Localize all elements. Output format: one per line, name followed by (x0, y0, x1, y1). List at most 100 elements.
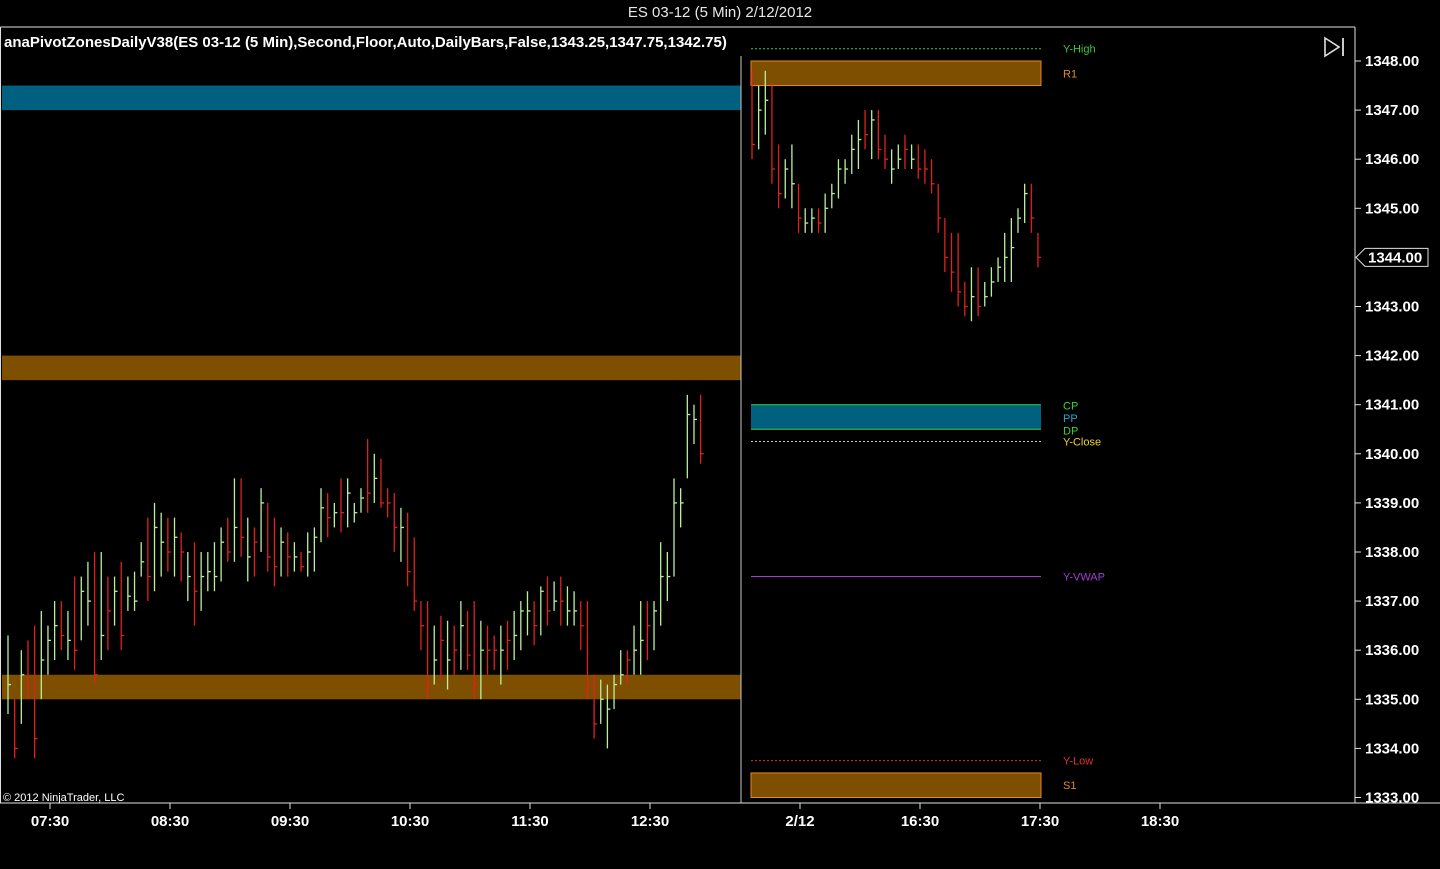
prior-bar (107, 576, 111, 651)
prior-bar (373, 453, 378, 503)
x-tick-label: 11:30 (511, 813, 549, 830)
copyright-text: © 2012 NinjaTrader, LLC (3, 792, 124, 804)
prior-bar (406, 512, 411, 587)
prior-bar (227, 517, 231, 562)
prior-bar (520, 601, 524, 651)
prior-bar (133, 571, 138, 611)
prior-bar (366, 439, 371, 513)
session-bar (970, 267, 975, 322)
y-tick-label: 1339.00 (1365, 495, 1419, 512)
prior-bar (173, 517, 178, 577)
y-tick-label: 1338.00 (1365, 544, 1419, 561)
prior-bar (127, 576, 131, 611)
prior-bar (693, 404, 697, 444)
s1-zone (750, 772, 1042, 799)
prior-bar (680, 488, 684, 528)
prior-bar (386, 488, 391, 518)
prior-bar (100, 552, 105, 661)
y-tick-label: 1341.00 (1365, 397, 1419, 414)
prior-bar (140, 542, 145, 577)
pp-label: PP (1063, 413, 1078, 425)
prior-zone-0 (2, 85, 741, 111)
last-price-marker: 1344.00 (1355, 247, 1429, 267)
session-bar (977, 267, 982, 317)
scroll-to-end-icon[interactable] (1322, 35, 1348, 59)
session-bar (844, 159, 849, 184)
prior-bar (666, 552, 671, 602)
y-vwap-label: Y-VWAP (1063, 572, 1105, 584)
prior-bar (380, 458, 384, 508)
price-chart[interactable]: Y-High R1 CPPPDPY-Close Y-VWAP Y-Low S1 anaPi… (0, 0, 1440, 869)
session-bar (851, 134, 855, 174)
session-bar (891, 149, 895, 184)
prior-bar (180, 532, 185, 582)
prior-bar (300, 552, 305, 572)
prior-bar (147, 517, 151, 602)
prior-bar (413, 537, 418, 611)
prior-bar (220, 527, 225, 582)
x-tick-label: 10:30 (391, 813, 429, 830)
session-bar (910, 144, 915, 170)
r1-zone (750, 60, 1042, 87)
session-bar (784, 159, 789, 199)
prior-bar (400, 507, 404, 562)
y-axis: 1348.00 1347.00 1346.00 1345.00 1344.00 1343.… (1355, 53, 1419, 807)
x-tick-label: 16:30 (901, 813, 939, 830)
prior-bar (660, 542, 664, 626)
session-bar (944, 218, 948, 273)
prior-bar (313, 527, 318, 572)
session-bar (857, 119, 862, 170)
x-tick-label: 2/12 (785, 813, 814, 830)
y-tick-label: 1337.00 (1365, 593, 1419, 610)
prior-bar (307, 532, 311, 577)
prior-bar (533, 601, 538, 646)
prior-bar (253, 527, 258, 577)
prior-bar (580, 601, 584, 651)
prior-bar (267, 502, 271, 572)
s1-label: S1 (1063, 780, 1076, 792)
prior-bar (420, 601, 424, 651)
prior-bar (260, 488, 265, 552)
prior-bar (633, 625, 638, 675)
prior-bar (453, 625, 458, 675)
prior-bar (167, 517, 171, 572)
prior-bar (60, 601, 65, 651)
session-bar (824, 193, 829, 233)
prior-bar (207, 552, 211, 592)
prior-bar (120, 561, 125, 651)
prior-bar (347, 478, 351, 528)
prior-bar (553, 581, 558, 611)
y-low-label: Y-Low (1063, 756, 1093, 768)
y-tick-label: 1334.00 (1365, 740, 1419, 757)
session-bar (1004, 232, 1008, 282)
session-bar (791, 144, 795, 209)
prior-bar (247, 517, 251, 582)
session-bar (984, 281, 988, 307)
prior-bar (160, 512, 165, 577)
session-bar (811, 208, 815, 233)
session-bar (957, 232, 962, 307)
prior-bar (686, 394, 691, 479)
y-tick-label: 1340.00 (1365, 446, 1419, 463)
prior-bar (573, 591, 578, 626)
prior-bar (486, 625, 491, 675)
prior-bar (540, 586, 544, 636)
dp-label: DP (1063, 425, 1078, 437)
prior-zone-1 (2, 355, 741, 381)
session-bar (817, 208, 822, 233)
prior-bar (53, 601, 58, 661)
y-tick-label: 1346.00 (1365, 151, 1419, 168)
session-bar (1024, 183, 1028, 224)
prior-bar (340, 478, 344, 533)
y-close-label: Y-Close (1063, 437, 1101, 449)
prior-bar (273, 517, 278, 587)
x-tick-label: 18:30 (1141, 813, 1179, 830)
session-bar (831, 183, 835, 209)
session-bar (917, 144, 922, 179)
x-tick-label: 17:30 (1021, 813, 1059, 830)
prior-bar (440, 615, 444, 680)
session-bar (1010, 218, 1015, 282)
y-tick-label: 1347.00 (1365, 102, 1419, 119)
session-bar (877, 110, 882, 160)
session-bar (937, 183, 942, 233)
